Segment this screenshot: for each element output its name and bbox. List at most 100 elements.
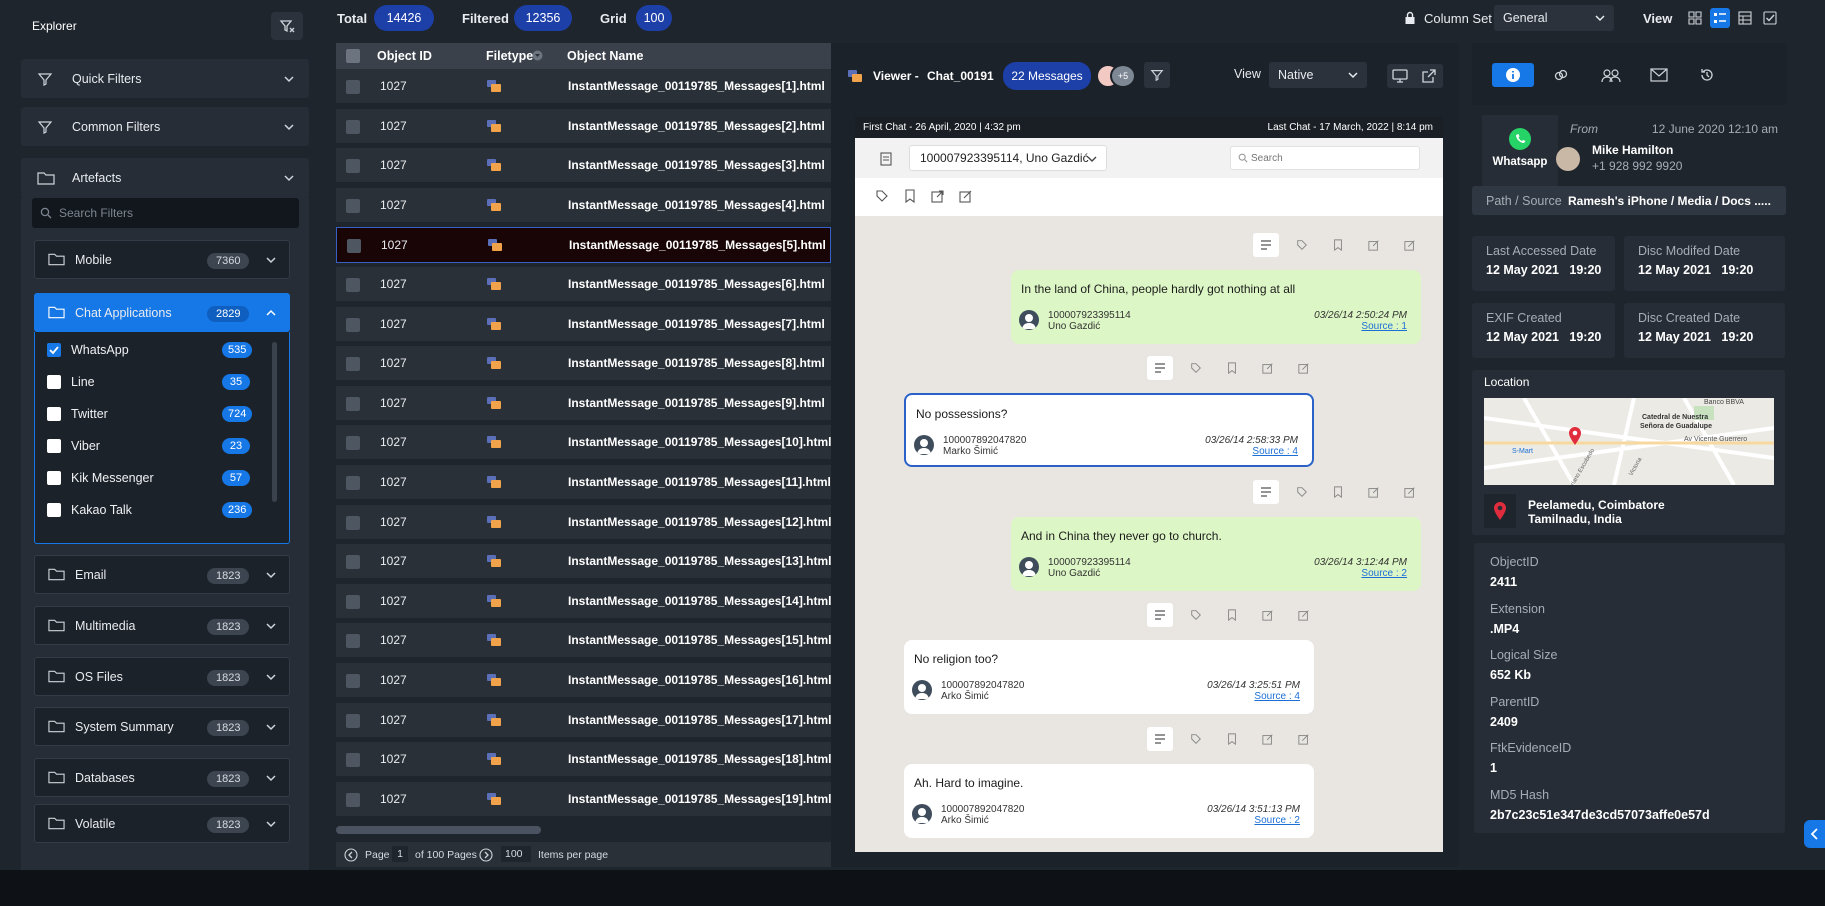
column-set-select[interactable]: General bbox=[1494, 5, 1614, 31]
table-row[interactable]: 1027 InstantMessage_00119785_Messages[8].… bbox=[336, 346, 831, 383]
table-row[interactable]: 1027 InstantMessage_00119785_Messages[13]… bbox=[336, 544, 831, 581]
table-row[interactable]: 1027 InstantMessage_00119785_Messages[11]… bbox=[336, 465, 831, 501]
message-menu-button[interactable] bbox=[1253, 480, 1279, 504]
previous-page-icon[interactable] bbox=[344, 848, 358, 862]
message-tag-button[interactable] bbox=[1183, 727, 1209, 751]
outgoing-message[interactable]: And in China they never go to church. 100… bbox=[1011, 517, 1421, 591]
grid-view-button[interactable] bbox=[1685, 8, 1705, 28]
chat-app-whatsapp[interactable]: WhatsApp 535 bbox=[47, 340, 267, 360]
tag-icon[interactable] bbox=[875, 189, 889, 203]
participants-select[interactable]: 100007923395114, Uno Gazdić bbox=[909, 145, 1107, 171]
checklist-view-button[interactable] bbox=[1760, 8, 1780, 28]
chat-search-input[interactable] bbox=[1251, 147, 1416, 169]
quick-filters-panel[interactable]: Quick Filters bbox=[21, 59, 309, 98]
export-icon[interactable] bbox=[931, 189, 945, 203]
row-checkbox[interactable] bbox=[346, 159, 360, 174]
tab-mail[interactable] bbox=[1638, 63, 1680, 87]
list-view-button[interactable] bbox=[1710, 8, 1730, 28]
location-map[interactable]: Banco BBVA Catedral de Nuestra Señora de… bbox=[1484, 398, 1774, 485]
checkbox[interactable] bbox=[47, 375, 61, 389]
message-note-button[interactable] bbox=[1397, 480, 1423, 504]
message-note-button[interactable] bbox=[1397, 233, 1423, 257]
scrollbar[interactable] bbox=[272, 342, 277, 502]
incoming-message[interactable]: No religion too? 100007892047820 Arko Šimi… bbox=[904, 640, 1314, 714]
checkbox-checked[interactable] bbox=[47, 343, 61, 357]
common-filters-panel[interactable]: Common Filters bbox=[21, 107, 309, 146]
row-checkbox[interactable] bbox=[346, 278, 360, 292]
more-participants-badge[interactable]: +5 bbox=[1110, 64, 1136, 88]
message-tag-button[interactable] bbox=[1183, 603, 1209, 627]
chat-app-viber[interactable]: Viber 23 bbox=[47, 436, 267, 456]
table-row[interactable]: 1027 InstantMessage_00119785_Messages[4].… bbox=[336, 187, 831, 224]
row-checkbox[interactable] bbox=[346, 515, 360, 530]
message-tag-button[interactable] bbox=[1183, 356, 1209, 380]
horizontal-scrollbar[interactable] bbox=[336, 826, 541, 834]
category-os-files[interactable]: OS Files 1823 bbox=[34, 657, 290, 696]
collapse-panel-button[interactable] bbox=[1804, 820, 1825, 848]
table-row[interactable]: 1027 InstantMessage_00119785_Messages[3].… bbox=[336, 148, 831, 185]
category-databases[interactable]: Databases 1823 bbox=[34, 758, 290, 797]
checkbox[interactable] bbox=[47, 439, 61, 453]
row-checkbox[interactable] bbox=[346, 396, 360, 411]
message-tag-button[interactable] bbox=[1289, 480, 1315, 504]
row-checkbox[interactable] bbox=[346, 357, 360, 372]
checkbox[interactable] bbox=[47, 503, 61, 517]
row-checkbox[interactable] bbox=[346, 634, 360, 649]
row-checkbox[interactable] bbox=[346, 753, 360, 768]
sort-icon[interactable] bbox=[532, 50, 543, 61]
column-header-filetype[interactable]: Filetype bbox=[486, 49, 533, 63]
view-mode-select[interactable]: Native bbox=[1269, 62, 1367, 88]
message-export-button[interactable] bbox=[1255, 356, 1281, 380]
page-input[interactable]: 1 bbox=[392, 846, 408, 862]
table-row[interactable]: 1027 InstantMessage_00119785_Messages[6].… bbox=[336, 267, 831, 303]
message-bookmark-button[interactable] bbox=[1219, 356, 1245, 380]
monitor-icon[interactable] bbox=[1391, 68, 1409, 84]
message-bookmark-button[interactable] bbox=[1325, 480, 1351, 504]
table-row[interactable]: 1027 InstantMessage_00119785_Messages[1].… bbox=[336, 69, 831, 105]
table-row[interactable]: 1027 InstantMessage_00119785_Messages[10]… bbox=[336, 425, 831, 462]
message-menu-button[interactable] bbox=[1147, 727, 1173, 751]
message-note-button[interactable] bbox=[1291, 727, 1317, 751]
note-icon[interactable] bbox=[959, 189, 973, 203]
incoming-message[interactable]: Ah. Hard to imagine. 100007892047820 Arko … bbox=[904, 764, 1314, 838]
message-source-link[interactable]: Source : 4 bbox=[1252, 446, 1298, 457]
category-system-summary[interactable]: System Summary 1823 bbox=[34, 707, 290, 746]
category-chat-applications[interactable]: Chat Applications 2829 bbox=[34, 293, 290, 332]
message-note-button[interactable] bbox=[1291, 603, 1317, 627]
checkbox[interactable] bbox=[47, 407, 61, 421]
category-volatile[interactable]: Volatile 1823 bbox=[34, 804, 290, 843]
message-export-button[interactable] bbox=[1361, 480, 1387, 504]
message-export-button[interactable] bbox=[1361, 233, 1387, 257]
path-value[interactable]: Ramesh's iPhone / Media / Docs ..... bbox=[1568, 194, 1771, 208]
row-checkbox[interactable] bbox=[346, 674, 360, 688]
message-menu-button[interactable] bbox=[1147, 356, 1173, 380]
chat-app-line[interactable]: Line 35 bbox=[47, 372, 267, 392]
message-menu-button[interactable] bbox=[1253, 233, 1279, 257]
table-row[interactable]: 1027 InstantMessage_00119785_Messages[2].… bbox=[336, 108, 831, 145]
row-checkbox[interactable] bbox=[346, 317, 360, 332]
external-link-icon[interactable] bbox=[1421, 68, 1437, 84]
row-checkbox[interactable] bbox=[346, 80, 360, 94]
message-bookmark-button[interactable] bbox=[1325, 233, 1351, 257]
message-source-link[interactable]: Source : 4 bbox=[1254, 691, 1300, 702]
row-checkbox[interactable] bbox=[346, 713, 360, 728]
table-row[interactable]: 1027 InstantMessage_00119785_Messages[15]… bbox=[336, 623, 831, 660]
category-multimedia[interactable]: Multimedia 1823 bbox=[34, 606, 290, 645]
messages-count-badge[interactable]: 22 Messages bbox=[1003, 62, 1091, 90]
chat-app-kik[interactable]: Kik Messenger 57 bbox=[47, 468, 267, 488]
message-source-link[interactable]: Source : 2 bbox=[1254, 815, 1300, 826]
message-tag-button[interactable] bbox=[1289, 233, 1315, 257]
chat-app-twitter[interactable]: Twitter 724 bbox=[47, 404, 267, 424]
clear-filter-button[interactable] bbox=[271, 12, 303, 40]
category-mobile[interactable]: Mobile 7360 bbox=[34, 240, 290, 279]
tab-history[interactable] bbox=[1686, 63, 1728, 87]
tab-info[interactable] bbox=[1492, 63, 1534, 87]
message-source-link[interactable]: Source : 1 bbox=[1361, 321, 1407, 332]
column-header-object-name[interactable]: Object Name bbox=[567, 49, 643, 63]
message-bookmark-button[interactable] bbox=[1219, 727, 1245, 751]
column-header-object-id[interactable]: Object ID bbox=[377, 49, 432, 63]
table-row[interactable]: 1027 InstantMessage_00119785_Messages[5].… bbox=[336, 227, 831, 264]
row-checkbox[interactable] bbox=[346, 198, 360, 213]
table-row[interactable]: 1027 InstantMessage_00119785_Messages[12]… bbox=[336, 504, 831, 541]
bookmark-icon[interactable] bbox=[903, 189, 917, 203]
